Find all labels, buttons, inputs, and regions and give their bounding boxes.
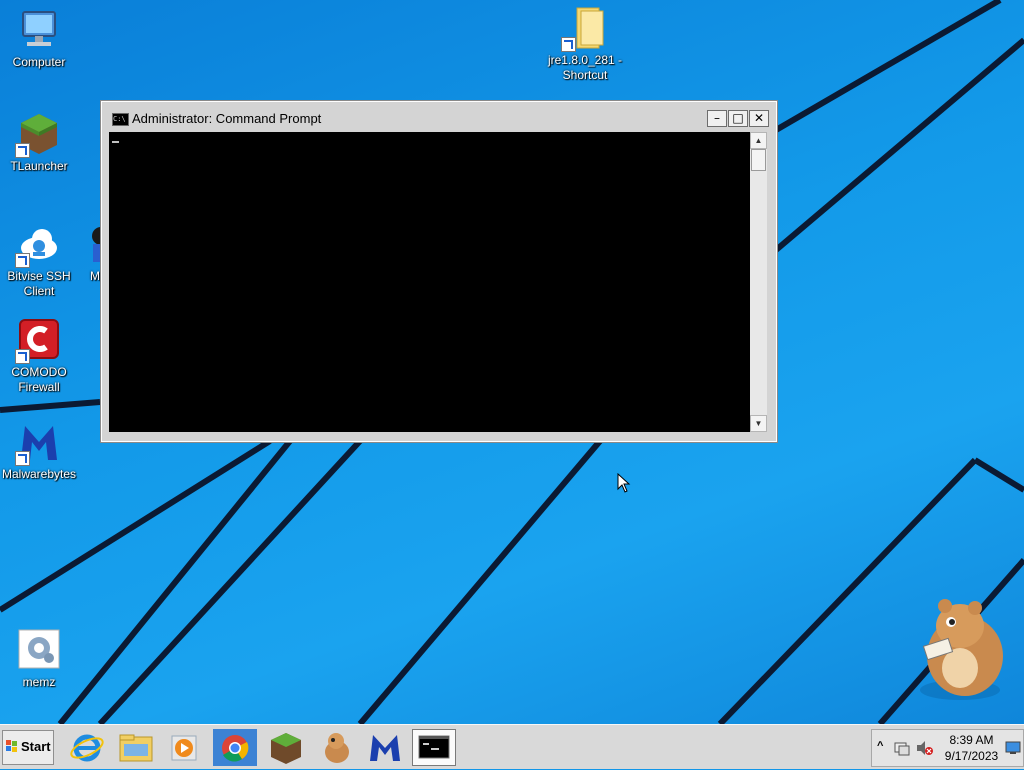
chrome-icon: [222, 735, 249, 762]
taskbar-media-player[interactable]: [163, 729, 207, 766]
command-prompt-icon: [418, 735, 450, 759]
desktop-icon-tlauncher[interactable]: TLauncher: [0, 112, 78, 174]
malwarebytes-icon: [370, 735, 400, 761]
desktop-icon-label: Malwarebytes: [1, 467, 77, 481]
taskbar-tlauncher[interactable]: [264, 729, 308, 766]
scrollbar-thumb[interactable]: [751, 149, 766, 171]
internet-explorer-icon: [70, 734, 104, 762]
desktop-icon-comodo-firewall[interactable]: COMODO Firewall: [0, 318, 78, 395]
window-title: Administrator: Command Prompt: [132, 111, 322, 126]
volume-muted-icon[interactable]: [916, 740, 934, 756]
scroll-up-button[interactable]: ▲: [750, 132, 767, 149]
media-player-icon: [171, 735, 197, 761]
shortcut-arrow-icon: [15, 451, 30, 466]
windows-flag-icon: [6, 740, 17, 752]
settings-gear-icon: [17, 628, 61, 672]
desktop-icon-memz[interactable]: memz: [0, 628, 78, 690]
taskbar-internet-explorer[interactable]: [65, 729, 109, 766]
maximize-button[interactable]: □: [728, 110, 748, 127]
desktop-icon-computer[interactable]: Computer: [0, 8, 78, 70]
taskbar-malwarebytes[interactable]: [363, 729, 407, 766]
taskbar: Start ^ 8:39 AM 9/17/2023: [0, 724, 1024, 769]
taskbar-file-explorer[interactable]: [114, 729, 158, 766]
start-button[interactable]: Start: [2, 730, 54, 765]
desktop-icon-label: jre1.8.0_281 - Shortcut: [547, 53, 623, 82]
tlauncher-icon: [271, 733, 301, 764]
clock-time[interactable]: 8:39 AM: [944, 733, 999, 747]
hamster-icon: [325, 733, 349, 763]
mouse-pointer-icon: [617, 473, 631, 493]
malwarebytes-icon: [15, 420, 61, 466]
minimize-button[interactable]: –: [707, 110, 727, 127]
comodo-icon: [15, 318, 61, 364]
desktop-icon-malwarebytes[interactable]: Malwarebytes: [0, 420, 78, 482]
desktop-icon-bitvise-ssh-client[interactable]: Bitvise SSH Client: [0, 222, 78, 299]
text-cursor: [112, 141, 119, 143]
bitvise-cloud-icon: [15, 222, 61, 268]
shortcut-arrow-icon: [561, 37, 576, 52]
shortcut-arrow-icon: [15, 349, 30, 364]
system-tray: ^ 8:39 AM 9/17/2023: [871, 729, 1024, 767]
console-area[interactable]: [109, 132, 750, 432]
desktop-icon-label: Computer: [12, 55, 66, 69]
desktop-icon-label: TLauncher: [10, 159, 68, 173]
taskbar-chrome[interactable]: [213, 729, 257, 766]
show-desktop-icon[interactable]: [1005, 741, 1021, 755]
close-button[interactable]: ✕: [749, 110, 769, 127]
clock-date[interactable]: 9/17/2023: [940, 749, 1003, 763]
computer-icon: [17, 8, 61, 52]
start-label: Start: [21, 739, 51, 754]
shortcut-arrow-icon: [15, 143, 30, 158]
folder-icon: [561, 6, 607, 52]
command-prompt-window[interactable]: C:\ Administrator: Command Prompt – □ ✕ …: [100, 100, 778, 443]
desktop-icon-label: Bitvise SSH Client: [7, 269, 71, 298]
hamster-desktop-pet[interactable]: [905, 598, 1015, 708]
file-explorer-icon: [119, 734, 153, 762]
desktop-icon-jre-shortcut[interactable]: jre1.8.0_281 - Shortcut: [544, 6, 626, 83]
taskbar-hamster[interactable]: [314, 729, 358, 766]
desktop-icon-label: memz: [22, 675, 56, 689]
action-center-icon[interactable]: [894, 740, 910, 756]
taskbar-command-prompt[interactable]: [412, 729, 456, 766]
window-titlebar[interactable]: C:\ Administrator: Command Prompt – □ ✕: [107, 109, 771, 129]
desktop-icon-label: COMODO Firewall: [11, 365, 67, 394]
scroll-down-button[interactable]: ▼: [750, 415, 767, 432]
tlauncher-icon: [15, 112, 61, 158]
shortcut-arrow-icon: [15, 253, 30, 268]
vertical-scrollbar[interactable]: ▲ ▼: [750, 132, 767, 432]
show-hidden-icons-button[interactable]: ^: [877, 740, 883, 752]
command-prompt-icon: C:\: [112, 113, 129, 126]
